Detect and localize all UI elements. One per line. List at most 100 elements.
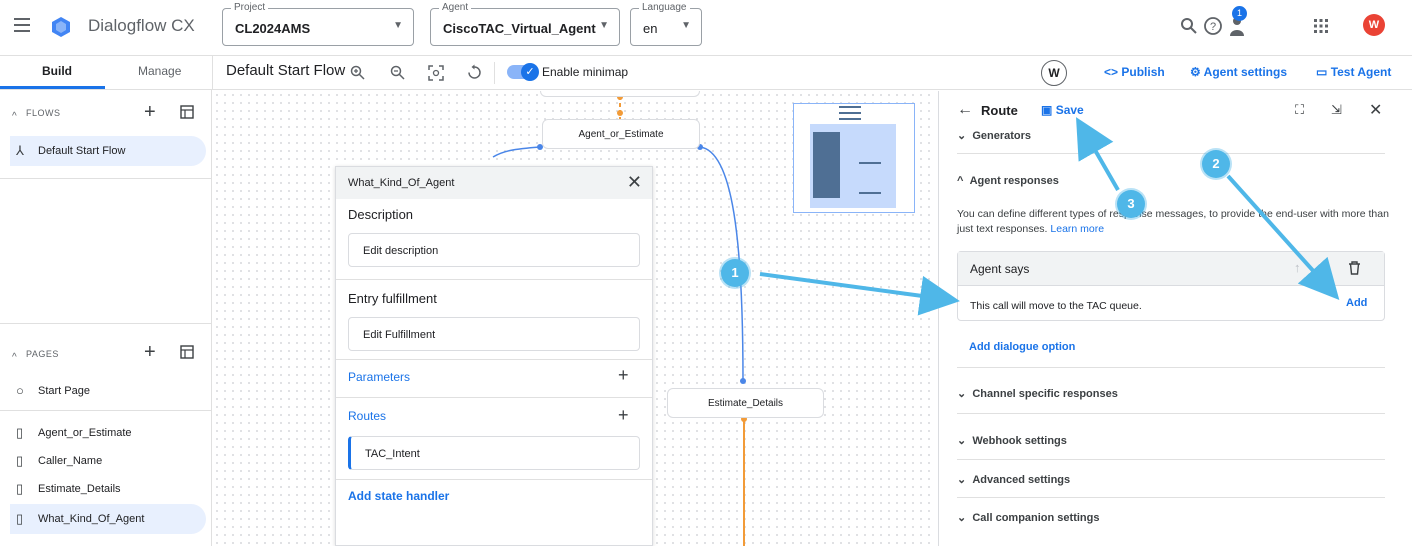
sidebar-item-default-start-flow[interactable]: ⅄ Default Start Flow	[10, 136, 206, 166]
minimap-line	[839, 112, 861, 114]
call-companion-settings-section[interactable]: ⌄ Call companion settings	[957, 511, 1385, 524]
check-icon: ✓	[521, 63, 539, 81]
help-icon[interactable]: ?	[1203, 16, 1223, 36]
agent-responses-section[interactable]: ^ Agent responses	[957, 175, 1385, 187]
learn-more-link[interactable]: Learn more	[1050, 223, 1104, 235]
divider	[0, 178, 212, 179]
chat-icon: ▭	[1316, 65, 1328, 79]
sidebar-item-start-page[interactable]: ○ Start Page	[10, 376, 206, 406]
divider	[0, 323, 212, 324]
flow-node-estimate-details[interactable]: Estimate_Details	[667, 388, 824, 418]
divider	[336, 279, 652, 280]
chevron-down-icon: ▼	[393, 20, 403, 31]
table-view-icon[interactable]	[180, 105, 194, 119]
app-title: Dialogflow CX	[88, 16, 195, 35]
close-icon[interactable]: ✕	[627, 172, 642, 193]
flow-title: Default Start Flow	[226, 62, 346, 79]
advanced-settings-section[interactable]: ⌄ Advanced settings	[957, 473, 1385, 486]
minimap-label: Enable minimap	[542, 65, 629, 79]
collapse-flows-icon[interactable]: ^	[12, 106, 17, 124]
minimap-line	[859, 192, 881, 194]
start-circle-icon: ○	[16, 383, 24, 398]
route-item-tac-intent[interactable]: TAC_Intent	[348, 436, 640, 470]
notification-badge: 1	[1232, 6, 1247, 21]
divider	[957, 459, 1385, 460]
tab-manage[interactable]: Manage	[138, 64, 181, 78]
account-avatar[interactable]: W	[1363, 14, 1385, 36]
add-response-link[interactable]: Add	[1346, 297, 1367, 309]
minimap-line	[839, 106, 861, 108]
add-route-icon[interactable]: +	[618, 405, 629, 426]
collapse-pages-icon[interactable]: ^	[12, 347, 17, 365]
test-agent-button[interactable]: ▭ Test Agent	[1316, 65, 1391, 79]
user-avatar[interactable]: W	[1041, 60, 1067, 86]
route-panel-title: Route	[981, 103, 1018, 118]
description-field[interactable]: Edit description	[348, 233, 640, 267]
apps-grid-icon[interactable]	[1313, 18, 1329, 34]
routes-section[interactable]: Routes	[348, 409, 386, 423]
minimap[interactable]	[793, 103, 915, 213]
page-panel-title: What_Kind_Of_Agent	[348, 177, 455, 189]
agent-message-text[interactable]: This call will move to the TAC queue.	[970, 300, 1142, 312]
chevron-down-icon: ⌄	[957, 130, 967, 142]
collapse-icon[interactable]: ⇲	[1331, 102, 1342, 118]
agent-select[interactable]: Agent CiscoTAC_Virtual_Agent ▼	[430, 2, 620, 46]
reset-layout-icon[interactable]	[466, 64, 483, 81]
delete-icon[interactable]	[1348, 261, 1361, 275]
move-up-icon[interactable]: ↑	[1294, 260, 1301, 275]
divider	[494, 62, 495, 84]
page-icon: ▯	[16, 425, 24, 440]
sidebar-item-what-kind-of-agent[interactable]: ▯ What_Kind_Of_Agent	[10, 504, 206, 534]
add-parameter-icon[interactable]: +	[618, 365, 629, 386]
tab-build[interactable]: Build	[42, 64, 72, 78]
flow-node-partial[interactable]	[540, 91, 700, 97]
project-select[interactable]: Project CL2024AMS ▼	[222, 2, 414, 46]
language-select[interactable]: Language en ▼	[630, 2, 702, 46]
zoom-out-icon[interactable]	[390, 65, 406, 81]
sidebar-item-estimate-details[interactable]: ▯ Estimate_Details	[10, 474, 206, 504]
svg-text:?: ?	[1210, 21, 1216, 33]
minimap-line	[859, 162, 881, 164]
zoom-in-icon[interactable]	[350, 65, 366, 81]
entry-fulfillment-field[interactable]: Edit Fulfillment	[348, 317, 640, 351]
pages-heading: PAGES	[26, 349, 59, 359]
minimap-line	[839, 118, 861, 120]
publish-button[interactable]: <> Publish	[1104, 65, 1165, 79]
chevron-down-icon: ▼	[681, 20, 691, 31]
agent-says-card: Agent says ↑ ↓ This call will move to th…	[957, 251, 1385, 321]
table-view-icon[interactable]	[180, 345, 194, 359]
sidebar-item-caller-name[interactable]: ▯ Caller_Name	[10, 446, 206, 476]
annotation-callout-1: 1	[721, 259, 749, 287]
divider	[957, 367, 1385, 368]
generators-section[interactable]: ⌄ Generators	[957, 129, 1385, 142]
add-page-icon[interactable]: +	[144, 341, 156, 364]
save-button[interactable]: ▣ Save	[1041, 103, 1084, 117]
add-dialogue-option-link[interactable]: Add dialogue option	[969, 341, 1075, 353]
add-flow-icon[interactable]: +	[144, 101, 156, 124]
description-label: Description	[348, 207, 414, 222]
close-icon[interactable]: ✕	[1369, 100, 1382, 120]
chevron-down-icon: ⌄	[957, 435, 967, 447]
parameters-section[interactable]: Parameters	[348, 370, 410, 384]
channel-specific-responses-section[interactable]: ⌄ Channel specific responses	[957, 387, 1385, 400]
sub-toolbar: Build Manage Default Start Flow ✓ Enable…	[0, 56, 1412, 90]
back-arrow-icon[interactable]: ←	[957, 101, 973, 119]
webhook-settings-section[interactable]: ⌄ Webhook settings	[957, 434, 1385, 447]
divider	[957, 497, 1385, 498]
agent-settings-button[interactable]: ⚙ Agent settings	[1190, 65, 1287, 79]
gear-icon: ⚙	[1190, 65, 1201, 79]
minimap-toggle[interactable]: ✓	[507, 63, 539, 81]
move-down-icon[interactable]: ↓	[1320, 260, 1327, 275]
add-state-handler-link[interactable]: Add state handler	[348, 489, 449, 503]
hamburger-menu-icon[interactable]	[14, 18, 30, 32]
sidebar-item-agent-or-estimate[interactable]: ▯ Agent_or_Estimate	[10, 418, 206, 448]
flows-heading: FLOWS	[26, 108, 61, 118]
fullscreen-icon[interactable]: ⛶	[1295, 102, 1304, 118]
search-icon[interactable]	[1180, 17, 1198, 35]
annotation-callout-2: 2	[1202, 150, 1230, 178]
fit-to-screen-icon[interactable]	[428, 65, 444, 81]
divider	[957, 413, 1385, 414]
entry-fulfillment-label: Entry fulfillment	[348, 291, 437, 306]
flow-node-agent-or-estimate[interactable]: Agent_or_Estimate	[542, 119, 700, 149]
divider	[336, 359, 652, 360]
